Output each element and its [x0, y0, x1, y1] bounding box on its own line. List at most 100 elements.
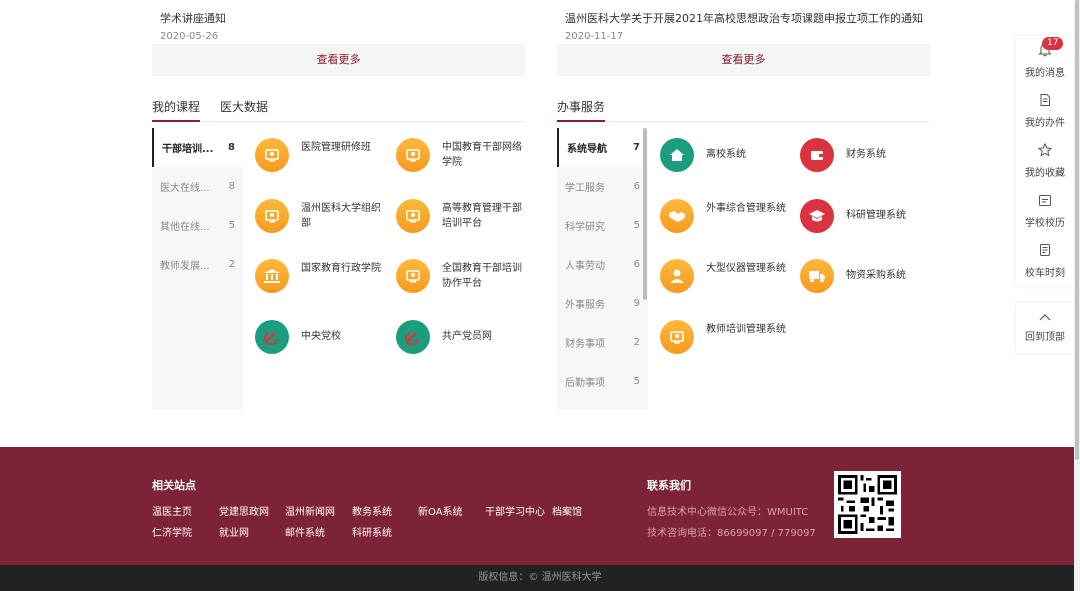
party-emblem-icon: [396, 320, 430, 354]
notice-left[interactable]: 学术讲座通知 2020-05-26: [160, 10, 226, 42]
tab-my-courses[interactable]: 我的课程: [152, 94, 201, 122]
quick-item-label: 校车时刻: [1025, 268, 1065, 279]
sidebar-item-label: 科学研究: [565, 222, 605, 233]
page-scrollbar-thumb[interactable]: [1075, 0, 1079, 460]
footer-contact-wechat: 信息技术中心微信公众号：WMUITC: [647, 507, 809, 518]
back-to-top[interactable]: 回到顶部: [1016, 303, 1074, 353]
chevron-up-icon: [1039, 313, 1051, 324]
footer-link[interactable]: 温州新闻网: [285, 503, 335, 518]
notice-title[interactable]: 学术讲座通知: [160, 10, 226, 26]
back-to-top-button[interactable]: 回到顶部: [1016, 303, 1074, 353]
calendar-icon: [1038, 193, 1052, 210]
service-link[interactable]: 财务系统: [800, 138, 926, 172]
course-link-label: 共产党员网: [442, 331, 492, 342]
certificate-icon: [396, 259, 430, 293]
service-link[interactable]: 物资采购系统: [800, 259, 926, 293]
footer-link[interactable]: 仁济学院: [152, 524, 192, 539]
footer-link[interactable]: 干部学习中心: [485, 503, 545, 518]
sidebar-item[interactable]: 其他在线... 5: [152, 206, 243, 245]
qr-code-image: [834, 471, 901, 538]
course-link[interactable]: 共产党员网: [396, 320, 522, 354]
party-emblem-icon: [255, 320, 289, 354]
course-link-label: 全国教育干部培训协作平台: [442, 263, 522, 289]
tab-services[interactable]: 办事服务: [557, 94, 606, 122]
service-link[interactable]: 离校系统: [660, 138, 786, 172]
course-link[interactable]: 医院管理研修班: [255, 138, 381, 172]
service-link[interactable]: 大型仪器管理系统: [660, 259, 786, 293]
sidebar-item[interactable]: 外事服务 9: [557, 284, 648, 323]
certificate-icon: [396, 138, 430, 172]
footer-link[interactable]: 教务系统: [352, 503, 392, 518]
home-icon: [660, 138, 694, 172]
copyright: 版权信息：© 温州医科大学: [0, 565, 1080, 591]
service-sidebar: 系统导航 7 学工服务 6 科学研究 5 人事劳动 6 外事服务 9 财务事项 2 后勤事项…: [557, 128, 648, 410]
sidebar-item-count: 8: [228, 181, 235, 192]
footer-link[interactable]: 温医主页: [152, 503, 192, 518]
sidebar-item[interactable]: 人事劳动 6: [557, 245, 648, 284]
certificate-icon: [255, 199, 289, 233]
course-link[interactable]: 全国教育干部培训协作平台: [396, 259, 522, 293]
sidebar-item[interactable]: 教师发展... 2: [152, 245, 243, 284]
sidebar-item-label: 人事劳动: [565, 261, 605, 272]
person-icon: [660, 259, 694, 293]
notice-right[interactable]: 温州医科大学关于开展2021年高校思想政治专项课题申报立项工作的通知 2020-…: [565, 10, 923, 42]
course-link-label: 高等教育管理干部培训平台: [442, 203, 522, 229]
more-button-right[interactable]: 查看更多: [557, 44, 930, 76]
sidebar-item-count: 8: [228, 142, 235, 153]
course-link[interactable]: 国家教育行政学院: [255, 259, 381, 293]
service-link[interactable]: 科研管理系统: [800, 199, 926, 233]
course-link-label: 温州医科大学组织部: [301, 203, 381, 229]
truck-icon: [800, 259, 834, 293]
footer-link[interactable]: 档案馆: [552, 503, 582, 518]
sidebar-item[interactable]: 干部培训... 8: [152, 128, 243, 167]
quick-item-messages[interactable]: 17 我的消息: [1016, 36, 1074, 86]
service-link-label: 大型仪器管理系统: [706, 263, 786, 274]
sidebar-item-label: 其他在线...: [160, 222, 210, 233]
sidebar-item[interactable]: 系统导航 7: [557, 128, 648, 167]
course-link-label: 国家教育行政学院: [301, 263, 381, 274]
sidebar-item[interactable]: 财务事项 2: [557, 323, 648, 362]
quick-item-calendar[interactable]: 学校校历: [1016, 186, 1074, 236]
footer-link[interactable]: 新OA系统: [418, 503, 463, 518]
notice-date: 2020-11-17: [565, 31, 624, 42]
sidebar-item-label: 后勤事项: [565, 378, 605, 389]
sidebar-item-label: 财务事项: [565, 339, 605, 350]
quick-item-bus[interactable]: 校车时刻: [1016, 236, 1074, 286]
service-link-label: 物资采购系统: [846, 270, 906, 281]
footer-related-title: 相关站点: [152, 479, 196, 492]
sidebar-item-label: 外事服务: [565, 300, 605, 311]
course-link[interactable]: 中国教育干部网络学院: [396, 138, 522, 172]
sidebar-item-label: 干部培训...: [162, 144, 214, 155]
tab-school-data[interactable]: 医大数据: [220, 94, 268, 121]
quick-item-label: 我的消息: [1025, 68, 1065, 79]
notification-badge: 17: [1042, 37, 1064, 50]
footer-link[interactable]: 科研系统: [352, 524, 392, 539]
footer-contact-phone: 技术咨询电话：86699097 / 779097: [647, 528, 816, 539]
service-link-label: 科研管理系统: [846, 210, 906, 221]
course-link-label: 医院管理研修班: [301, 142, 371, 153]
service-link[interactable]: 教师培训管理系统: [660, 320, 786, 354]
handshake-icon: [660, 199, 694, 233]
service-link[interactable]: 外事综合管理系统: [660, 199, 786, 233]
sidebar-item[interactable]: 后勤事项 5: [557, 362, 648, 401]
notice-title[interactable]: 温州医科大学关于开展2021年高校思想政治专项课题申报立项工作的通知: [565, 10, 923, 26]
sidebar-item[interactable]: 医大在线... 8: [152, 167, 243, 206]
course-sidebar: 干部培训... 8 医大在线... 8 其他在线... 5 教师发展... 2: [152, 128, 243, 410]
course-link[interactable]: 温州医科大学组织部: [255, 199, 381, 233]
sidebar-item[interactable]: 科学研究 5: [557, 206, 648, 245]
quick-item-favorites[interactable]: 我的收藏: [1016, 136, 1074, 186]
quick-item-cases[interactable]: 我的办件: [1016, 86, 1074, 136]
sidebar-item-label: 学工服务: [565, 183, 605, 194]
quick-panel: 17 我的消息 我的办件 我的收藏 学校校历 校车时刻: [1016, 36, 1074, 286]
institution-icon: [255, 259, 289, 293]
sidebar-item[interactable]: 学工服务 6: [557, 167, 648, 206]
quick-item-label: 学校校历: [1025, 218, 1065, 229]
footer-link[interactable]: 党建思政网: [219, 503, 269, 518]
sidebar-scrollbar[interactable]: [643, 128, 647, 300]
course-link[interactable]: 中央党校: [255, 320, 381, 354]
footer-link[interactable]: 就业网: [219, 524, 249, 539]
course-link[interactable]: 高等教育管理干部培训平台: [396, 199, 522, 233]
more-button-left[interactable]: 查看更多: [152, 44, 525, 76]
footer-link[interactable]: 邮件系统: [285, 524, 325, 539]
sidebar-item-label: 系统导航: [567, 144, 607, 155]
